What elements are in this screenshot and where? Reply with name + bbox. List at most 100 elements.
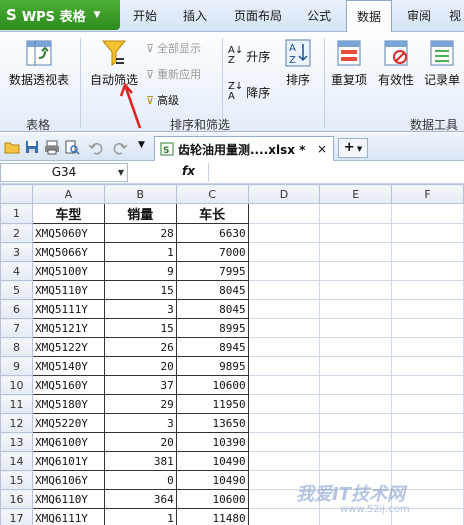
table-cell[interactable]: 28 — [103, 223, 177, 243]
table-cell[interactable]: 7000 — [175, 242, 249, 262]
empty-cell[interactable] — [247, 451, 321, 471]
table-cell[interactable]: XMQ5122Y — [31, 337, 105, 357]
empty-cell[interactable] — [319, 394, 393, 414]
row-header[interactable]: 7 — [0, 318, 33, 338]
open-folder-icon[interactable] — [4, 139, 20, 155]
table-cell[interactable]: 20 — [103, 432, 177, 452]
table-cell[interactable]: 381 — [103, 451, 177, 471]
row-header[interactable]: 2 — [0, 223, 33, 243]
empty-cell[interactable] — [319, 318, 393, 338]
empty-cell[interactable] — [247, 489, 321, 509]
table-cell[interactable]: 15 — [103, 318, 177, 338]
table-cell[interactable]: XMQ5180Y — [31, 394, 105, 414]
table-cell[interactable]: 9 — [103, 261, 177, 281]
sort-button[interactable]: A Z 排序 — [278, 38, 318, 88]
empty-cell[interactable] — [247, 318, 321, 338]
name-box[interactable]: G34 ▼ — [0, 163, 128, 182]
empty-cell[interactable] — [247, 394, 321, 414]
document-tab[interactable]: S 齿轮油用量测....xlsx * × — [154, 136, 334, 161]
empty-cell[interactable] — [247, 203, 321, 224]
autofilter-button[interactable]: 自动筛选 — [84, 38, 144, 88]
empty-cell[interactable] — [391, 489, 464, 509]
table-cell[interactable]: XMQ5060Y — [31, 223, 105, 243]
advanced-filter-button[interactable]: ⊽ 高级 — [146, 92, 179, 108]
tab-insert[interactable]: 插入 — [176, 0, 214, 32]
table-cell[interactable]: XMQ5110Y — [31, 280, 105, 300]
row-header[interactable]: 9 — [0, 356, 33, 376]
table-cell[interactable]: 10490 — [175, 470, 249, 490]
empty-cell[interactable] — [391, 432, 464, 452]
row-header[interactable]: 11 — [0, 394, 33, 414]
chevron-down-icon[interactable]: ▼ — [118, 164, 124, 181]
empty-cell[interactable] — [247, 299, 321, 319]
quick-access-dropdown-icon[interactable]: ▼ — [138, 140, 145, 150]
table-cell[interactable]: XMQ5160Y — [31, 375, 105, 395]
show-all-button[interactable]: ⊽ 全部显示 — [146, 40, 201, 56]
table-cell[interactable]: 8945 — [175, 337, 249, 357]
table-cell[interactable]: XMQ6110Y — [31, 489, 105, 509]
tab-data[interactable]: 数据 — [346, 0, 392, 33]
table-cell[interactable]: XMQ6111Y — [31, 508, 105, 525]
empty-cell[interactable] — [391, 242, 464, 262]
row-header[interactable]: 17 — [0, 508, 33, 525]
table-cell[interactable]: XMQ6100Y — [31, 432, 105, 452]
select-all-corner[interactable] — [0, 184, 33, 204]
table-cell[interactable]: 车型 — [31, 203, 105, 224]
table-cell[interactable]: XMQ6101Y — [31, 451, 105, 471]
empty-cell[interactable] — [391, 261, 464, 281]
empty-cell[interactable] — [319, 413, 393, 433]
table-cell[interactable]: XMQ5066Y — [31, 242, 105, 262]
table-cell[interactable]: 8045 — [175, 280, 249, 300]
empty-cell[interactable] — [247, 337, 321, 357]
table-cell[interactable]: XMQ5140Y — [31, 356, 105, 376]
empty-cell[interactable] — [319, 470, 393, 490]
pivot-table-button[interactable]: 数据透视表 — [6, 38, 72, 88]
table-cell[interactable]: 15 — [103, 280, 177, 300]
empty-cell[interactable] — [319, 261, 393, 281]
tab-home[interactable]: 开始 — [126, 0, 164, 32]
empty-cell[interactable] — [247, 508, 321, 525]
row-header[interactable]: 14 — [0, 451, 33, 471]
close-icon[interactable]: × — [317, 142, 327, 156]
empty-cell[interactable] — [391, 394, 464, 414]
empty-cell[interactable] — [391, 318, 464, 338]
empty-cell[interactable] — [391, 299, 464, 319]
empty-cell[interactable] — [391, 508, 464, 525]
empty-cell[interactable] — [247, 432, 321, 452]
empty-cell[interactable] — [319, 432, 393, 452]
table-cell[interactable]: XMQ5220Y — [31, 413, 105, 433]
tab-view[interactable]: 视 — [446, 0, 464, 32]
print-icon[interactable] — [44, 139, 60, 155]
column-header[interactable]: C — [175, 184, 249, 204]
empty-cell[interactable] — [319, 489, 393, 509]
empty-cell[interactable] — [391, 356, 464, 376]
empty-cell[interactable] — [319, 356, 393, 376]
validity-button[interactable]: 有效性 — [374, 38, 418, 88]
undo-icon[interactable] — [88, 139, 104, 155]
row-header[interactable]: 6 — [0, 299, 33, 319]
column-header[interactable]: B — [103, 184, 177, 204]
table-cell[interactable]: 26 — [103, 337, 177, 357]
empty-cell[interactable] — [319, 375, 393, 395]
empty-cell[interactable] — [319, 337, 393, 357]
table-cell[interactable]: 13650 — [175, 413, 249, 433]
row-header[interactable]: 1 — [0, 203, 33, 224]
column-header[interactable]: A — [31, 184, 105, 204]
empty-cell[interactable] — [247, 261, 321, 281]
empty-cell[interactable] — [247, 375, 321, 395]
sort-ascending-button[interactable]: A↓ Z 升序 — [228, 46, 270, 66]
table-cell[interactable]: 10600 — [175, 375, 249, 395]
reapply-button[interactable]: ⊽ 重新应用 — [146, 66, 201, 82]
save-icon[interactable] — [24, 139, 40, 155]
table-cell[interactable]: 3 — [103, 299, 177, 319]
table-cell[interactable]: 20 — [103, 356, 177, 376]
table-cell[interactable]: 29 — [103, 394, 177, 414]
table-cell[interactable]: 10390 — [175, 432, 249, 452]
sort-descending-button[interactable]: Z↓ A 降序 — [228, 82, 270, 102]
row-header[interactable]: 12 — [0, 413, 33, 433]
column-header[interactable]: E — [319, 184, 393, 204]
empty-cell[interactable] — [391, 223, 464, 243]
empty-cell[interactable] — [319, 223, 393, 243]
empty-cell[interactable] — [391, 470, 464, 490]
tab-formulas[interactable]: 公式 — [300, 0, 338, 32]
